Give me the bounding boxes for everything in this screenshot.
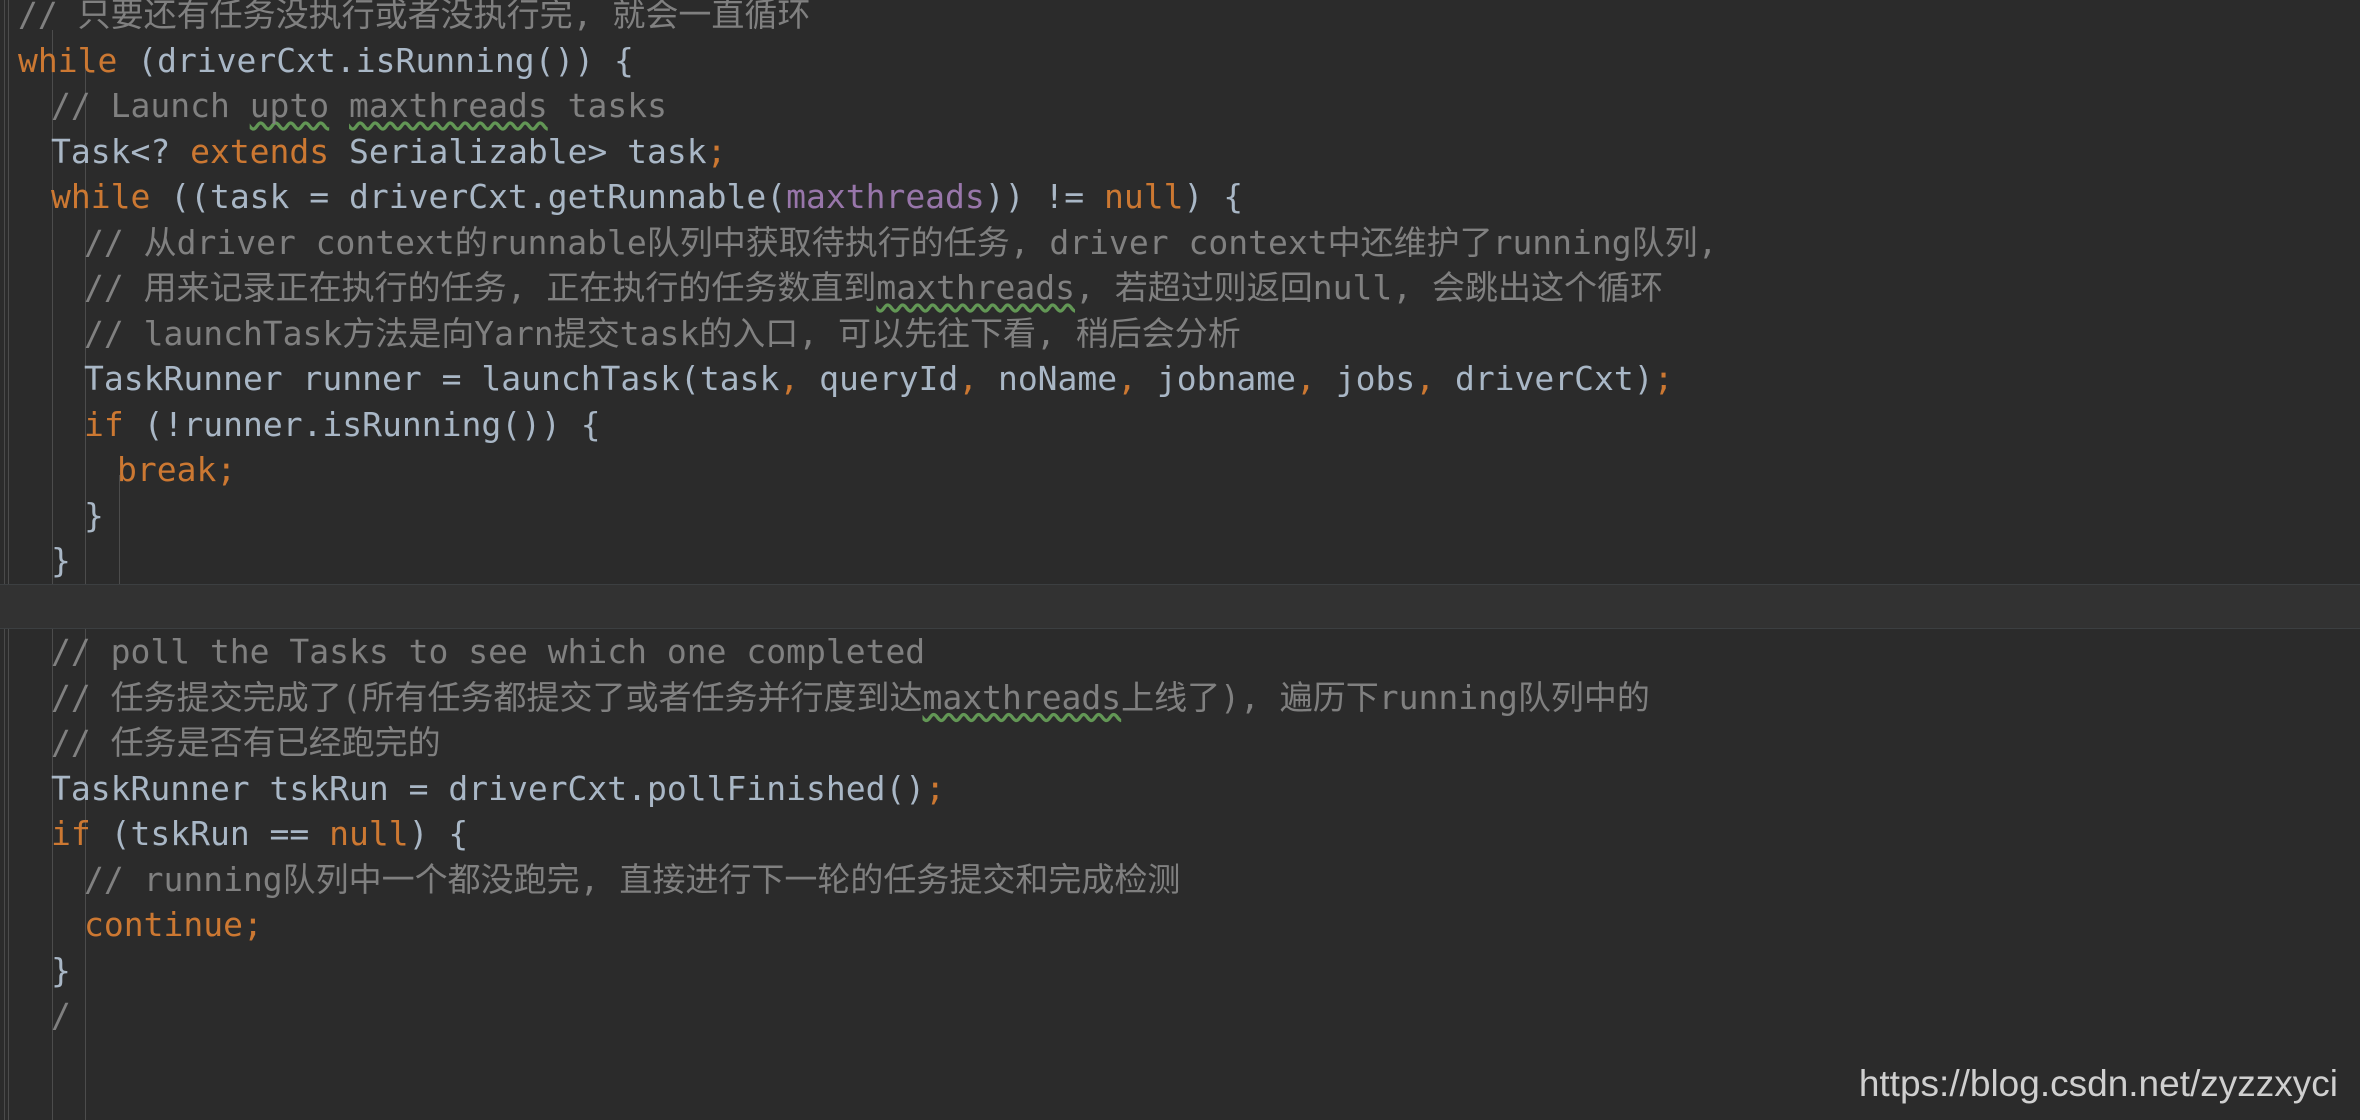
code-line[interactable]: while ((task = driverCxt.getRunnable(max…	[0, 174, 2360, 220]
code-token: queryId	[799, 359, 959, 398]
code-token: continue	[84, 905, 243, 944]
code-line[interactable]: /	[0, 993, 2360, 1039]
code-editor[interactable]: // 只要还有任务没执行或者没执行完, 就会一直循环 while (driverC…	[0, 0, 2360, 1120]
code-token: jobs	[1315, 359, 1416, 398]
code-token: jobname	[1137, 359, 1296, 398]
code-token: ;	[216, 450, 237, 489]
code-token: }	[51, 950, 71, 990]
code-token: , 若超过则返回null, 会跳出这个循环	[1075, 268, 1663, 307]
code-token: break	[117, 450, 217, 489]
code-token: (driverCxt.isRunning()) {	[117, 40, 634, 80]
code-token: // 任务是否有已经跑完的	[51, 723, 441, 762]
code-token: ,	[1415, 359, 1436, 398]
code-token: 上线了), 遍历下running队列中的	[1121, 677, 1650, 717]
code-token: }	[51, 541, 71, 580]
code-token: ) {	[1183, 177, 1244, 216]
code-line-caret[interactable]	[0, 583, 2360, 629]
csdn-watermark: https://blog.csdn.net/zyzzxyci	[1858, 1062, 2338, 1104]
code-line[interactable]: TaskRunner runner = launchTask(task, que…	[0, 356, 2360, 402]
code-token: // 任务提交完成了(所有任务都提交了或者任务并行度到达	[51, 677, 923, 717]
code-token: if	[51, 814, 91, 853]
code-token: while	[18, 40, 118, 80]
code-token: // poll the Tasks to see which one compl…	[51, 632, 926, 671]
code-token: }	[84, 495, 104, 535]
code-line[interactable]: // 用来记录正在执行的任务, 正在执行的任务数直到maxthreads, 若超…	[0, 265, 2360, 311]
code-token: ,	[1295, 359, 1316, 398]
code-line[interactable]: break;	[0, 447, 2360, 493]
code-token: // 从driver context的runnable队列中获取待执行的任务, …	[84, 222, 1718, 262]
code-token: ,	[958, 359, 979, 398]
code-line[interactable]: // running队列中一个都没跑完, 直接进行下一轮的任务提交和完成检测	[0, 857, 2360, 903]
code-line[interactable]: if (!runner.isRunning()) {	[0, 402, 2360, 448]
code-line[interactable]: Task<? extends Serializable> task;	[0, 129, 2360, 175]
code-line[interactable]: if (tskRun == null) {	[0, 811, 2360, 857]
code-content[interactable]: // 只要还有任务没执行或者没执行完, 就会一直循环 while (driverC…	[0, 0, 2360, 1039]
code-token: upto	[249, 86, 330, 125]
code-line[interactable]: // Launch upto maxthreads tasks	[0, 83, 2360, 129]
code-token: ;	[242, 905, 263, 944]
code-line[interactable]: }	[0, 538, 2360, 584]
code-token: )) !=	[984, 177, 1105, 216]
code-token: // Launch	[51, 86, 250, 125]
code-token: Serializable> task	[329, 131, 707, 171]
code-line[interactable]: // 只要还有任务没执行或者没执行完, 就会一直循环	[0, 0, 2360, 38]
code-token: ;	[925, 768, 946, 808]
code-line[interactable]: TaskRunner tskRun = driverCxt.pollFinish…	[0, 766, 2360, 812]
code-line[interactable]: // 任务是否有已经跑完的	[0, 720, 2360, 766]
code-token: if	[84, 404, 124, 444]
code-token: while	[51, 177, 151, 216]
code-token: null	[329, 814, 409, 853]
code-token: noName	[978, 359, 1118, 398]
code-token: // 用来记录正在执行的任务, 正在执行的任务数直到	[84, 268, 877, 307]
code-line[interactable]: while (driverCxt.isRunning()) {	[0, 38, 2360, 84]
code-token: null	[1104, 177, 1184, 216]
code-token: Task<?	[51, 131, 191, 171]
code-token: /	[51, 996, 71, 1035]
code-line[interactable]: // poll the Tasks to see which one compl…	[0, 629, 2360, 675]
code-line[interactable]: }	[0, 493, 2360, 539]
code-line[interactable]: // launchTask方法是向Yarn提交task的入口, 可以先往下看, …	[0, 311, 2360, 357]
code-line[interactable]: }	[0, 948, 2360, 994]
code-token: maxthreads	[786, 177, 985, 216]
code-token: TaskRunner tskRun = driverCxt.pollFinish…	[51, 768, 926, 808]
code-token: ((task = driverCxt.getRunnable(	[150, 177, 787, 216]
code-token: tasks	[547, 86, 667, 125]
code-line[interactable]: // 任务提交完成了(所有任务都提交了或者任务并行度到达maxthreads上线…	[0, 675, 2360, 721]
code-line[interactable]: continue;	[0, 902, 2360, 948]
code-token: maxthreads	[876, 268, 1076, 307]
code-token: // running队列中一个都没跑完, 直接进行下一轮的任务提交和完成检测	[84, 859, 1181, 899]
code-token: ) {	[408, 814, 469, 853]
code-token: ,	[779, 359, 800, 398]
code-token: TaskRunner runner = launchTask(task	[84, 359, 780, 398]
code-token: ;	[706, 131, 727, 171]
code-token: maxthreads	[349, 86, 548, 125]
code-token: maxthreads	[922, 677, 1122, 717]
code-line[interactable]: // 从driver context的runnable队列中获取待执行的任务, …	[0, 220, 2360, 266]
code-token: (tskRun ==	[90, 814, 330, 853]
code-token: ,	[1117, 359, 1138, 398]
code-token: extends	[190, 131, 330, 171]
code-token: (!runner.isRunning()) {	[123, 404, 601, 444]
code-token: driverCxt)	[1435, 359, 1654, 398]
code-token: ;	[1653, 359, 1674, 398]
code-token: // 只要还有任务没执行或者没执行完, 就会一直循环	[18, 0, 811, 34]
code-token: // launchTask方法是向Yarn提交task的入口, 可以先往下看, …	[84, 313, 1241, 353]
